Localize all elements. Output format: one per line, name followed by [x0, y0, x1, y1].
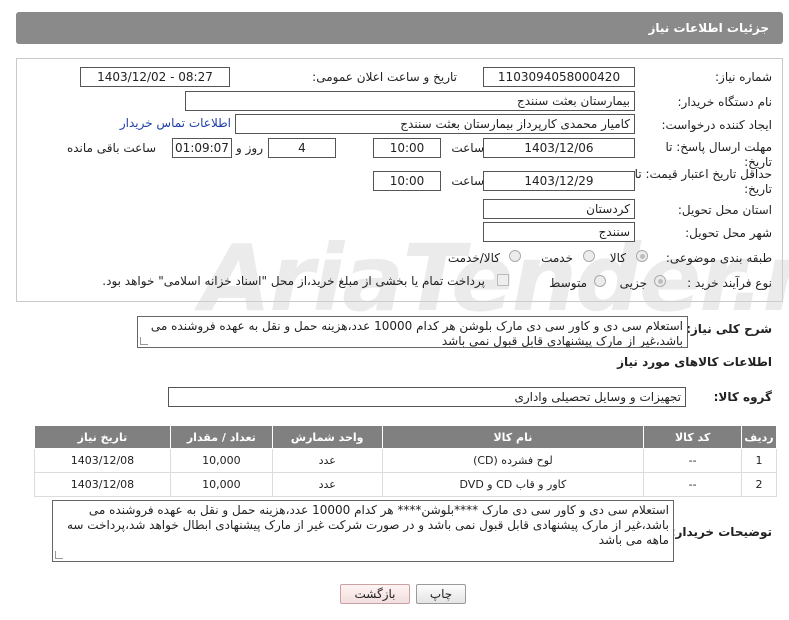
category-both-label: کالا/خدمت	[447, 251, 500, 265]
need-number-label: شماره نیاز:	[715, 70, 772, 84]
process-partial-radio[interactable]	[654, 275, 666, 287]
category-goods-label: کالا	[609, 251, 626, 265]
price-validity-date: 1403/12/29	[483, 171, 635, 191]
price-validity-label: حداقل تاریخ اعتبار قیمت: تا تاریخ:	[634, 167, 772, 196]
col-code: کد کالا	[643, 425, 743, 449]
price-time-label: ساعت	[451, 174, 484, 188]
province-label: استان محل تحویل:	[677, 203, 772, 217]
buyer-org-field: بیمارستان بعثت سنندج	[185, 91, 635, 111]
cell-name: لوح فشرده (CD)	[381, 448, 645, 473]
requester-field: کامیار محمدی کارپرداز بیمارستان بعثت سنن…	[235, 114, 635, 134]
page-title: جزئیات اطلاعات نیاز	[16, 12, 783, 44]
description-label: شرح کلی نیاز:	[686, 322, 772, 336]
process-type-label: نوع فرآیند خرید :	[687, 276, 772, 290]
price-validity-time: 10:00	[373, 171, 441, 191]
category-service-radio[interactable]	[583, 250, 595, 262]
cell-unit: عدد	[271, 448, 383, 473]
city-field: سنندج	[483, 222, 635, 242]
reply-deadline-label: مهلت ارسال پاسخ: تا تاریخ:	[665, 140, 772, 169]
category-both-radio[interactable]	[509, 250, 521, 262]
cell-unit: عدد	[271, 472, 383, 497]
process-medium-label: متوسط	[549, 276, 587, 290]
reply-time-label: ساعت	[451, 141, 484, 155]
category-service-label: خدمت	[541, 251, 573, 265]
goods-section-title: اطلاعات کالاهای مورد نیاز	[617, 355, 772, 369]
reply-deadline-date: 1403/12/06	[483, 138, 635, 158]
back-button[interactable]: بازگشت	[340, 584, 410, 604]
buyer-notes-textarea[interactable]: استعلام سی دی و کاور سی دی مارک ****بلوش…	[52, 500, 674, 562]
cell-code: --	[643, 448, 743, 473]
process-medium-radio[interactable]	[594, 275, 606, 287]
cell-row: 2	[741, 472, 777, 497]
buyer-contact-link[interactable]: اطلاعات تماس خریدار	[120, 116, 231, 130]
col-date: تاریخ نیاز	[34, 425, 171, 449]
items-table: ردیف کد کالا نام کالا واحد شمارش تعداد /…	[34, 425, 777, 497]
resize-grip-icon[interactable]	[140, 337, 148, 345]
announce-datetime-field: 1403/12/02 - 08:27	[80, 67, 230, 87]
table-header-row: ردیف کد کالا نام کالا واحد شمارش تعداد /…	[34, 425, 777, 449]
days-label: روز و	[236, 141, 263, 155]
cell-qty: 10,000	[169, 472, 273, 497]
description-text: استعلام سی دی و کاور سی دی مارک بلوشن هر…	[150, 319, 683, 348]
city-label: شهر محل تحویل:	[685, 226, 772, 240]
cell-date: 1403/12/08	[34, 472, 171, 497]
treasury-payment-note: پرداخت تمام یا بخشی از مبلغ خرید،از محل …	[102, 274, 485, 288]
buyer-org-label: نام دستگاه خریدار:	[677, 95, 773, 109]
cell-name: کاور و قاب CD و DVD	[381, 472, 645, 497]
need-number-field: 1103094058000420	[483, 67, 635, 87]
category-label: طبقه بندی موضوعی:	[665, 251, 772, 265]
cell-qty: 10,000	[169, 448, 273, 473]
remaining-days-field: 4	[268, 138, 336, 158]
category-goods-radio[interactable]	[636, 250, 648, 262]
goods-group-label: گروه کالا:	[713, 390, 772, 404]
resize-grip-icon[interactable]	[55, 551, 63, 559]
col-qty: تعداد / مقدار	[169, 425, 273, 449]
requester-label: ایجاد کننده درخواست:	[661, 118, 772, 132]
goods-group-field: تجهیزات و وسایل تحصیلی واداری	[168, 387, 686, 407]
cell-code: --	[643, 472, 743, 497]
col-row: ردیف	[741, 425, 777, 449]
treasury-payment-checkbox[interactable]	[497, 274, 509, 286]
remaining-time-label: ساعت باقی مانده	[66, 141, 156, 155]
buyer-notes-label: توضیحات خریدار:	[670, 525, 772, 539]
table-row: 2 -- کاور و قاب CD و DVD عدد 10,000 1403…	[34, 472, 777, 497]
province-field: کردستان	[483, 199, 635, 219]
cell-row: 1	[741, 448, 777, 473]
table-row: 1 -- لوح فشرده (CD) عدد 10,000 1403/12/0…	[34, 448, 777, 473]
announce-datetime-label: تاریخ و ساعت اعلان عمومی:	[312, 70, 457, 84]
buyer-notes-text: استعلام سی دی و کاور سی دی مارک ****بلوش…	[67, 503, 669, 547]
reply-deadline-time: 10:00	[373, 138, 441, 158]
description-textarea[interactable]: استعلام سی دی و کاور سی دی مارک بلوشن هر…	[137, 316, 688, 348]
print-button[interactable]: چاپ	[416, 584, 466, 604]
remaining-time-field: 01:09:07	[172, 138, 232, 158]
col-unit: واحد شمارش	[271, 425, 383, 449]
cell-date: 1403/12/08	[34, 448, 171, 473]
col-name: نام کالا	[381, 425, 645, 449]
process-partial-label: جزیی	[619, 276, 647, 290]
